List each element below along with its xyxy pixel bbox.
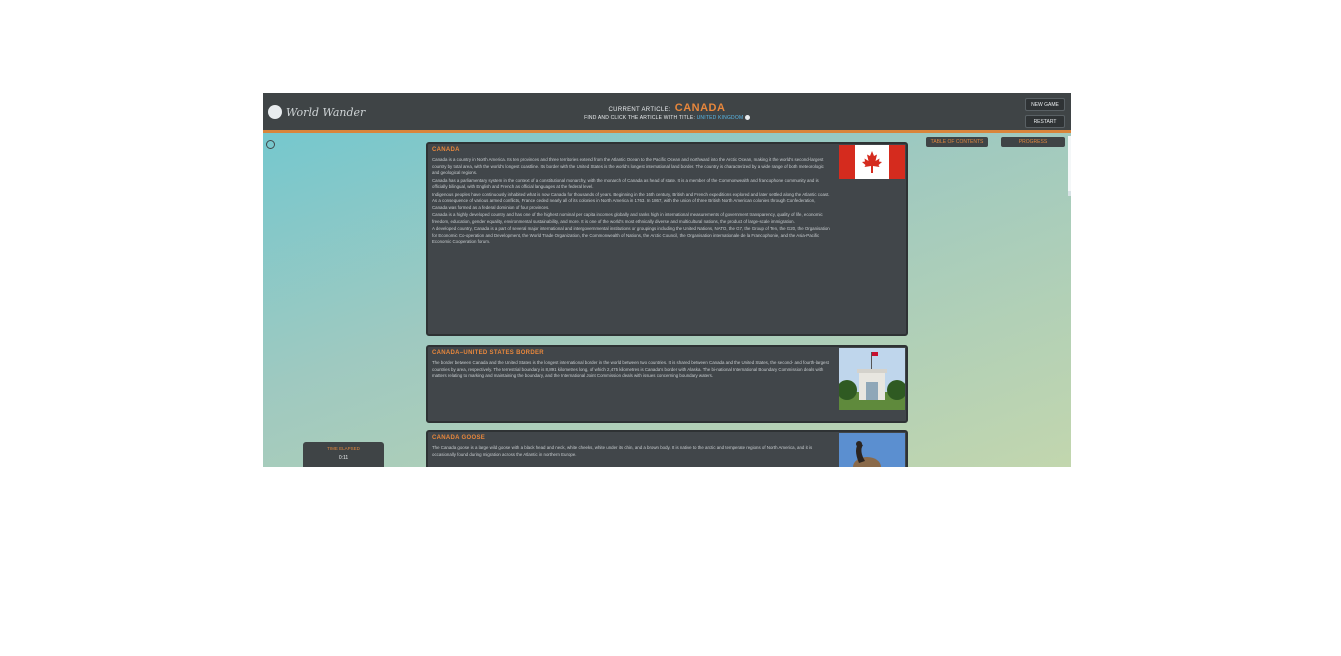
top-bar: World Wander CURRENT ARTICLE: CANADA FIN… — [263, 93, 1071, 133]
paragraph: Canada has a parliamentary system in the… — [432, 177, 819, 190]
progress-button[interactable]: PROGRESS — [1001, 137, 1065, 147]
paragraph: A developed country, Canada is a part of… — [432, 226, 830, 244]
current-article-title: CANADA — [674, 102, 726, 114]
article-body: The Canada goose is a large wild goose w… — [432, 445, 830, 458]
restart-button[interactable]: RESTART — [1025, 115, 1065, 128]
game-window: World Wander CURRENT ARTICLE: CANADA FIN… — [263, 93, 1071, 467]
scrollbar-thumb[interactable] — [1068, 136, 1071, 191]
article-title[interactable]: CANADA–UNITED STATES BORDER — [432, 350, 902, 356]
article-card-canada[interactable]: CANADA Canada is a country in North Amer… — [426, 142, 908, 336]
target-article-link[interactable]: UNITED KINGDOM — [697, 115, 744, 121]
canada-flag-image — [839, 145, 905, 179]
article-title[interactable]: CANADA — [432, 147, 902, 153]
article-status: CURRENT ARTICLE: CANADA FIND AND CLICK T… — [263, 102, 1071, 121]
paragraph: Canada is a country in North America. It… — [432, 157, 824, 175]
article-card-goose[interactable]: CANADA GOOSE The Canada goose is a large… — [426, 430, 908, 467]
peace-arch-image — [839, 348, 905, 410]
scrollbar[interactable] — [1068, 136, 1071, 196]
article-body: Canada is a country in North America. It… — [432, 157, 830, 246]
article-body: The border between Canada and the United… — [432, 360, 830, 380]
paragraph: The border between Canada and the United… — [432, 360, 829, 378]
new-game-button[interactable]: NEW GAME — [1025, 98, 1065, 111]
current-article-label: CURRENT ARTICLE: — [608, 107, 671, 113]
paragraph: Canada is a highly developed country and… — [432, 212, 823, 224]
table-of-contents-button[interactable]: TABLE OF CONTENTS — [926, 137, 988, 147]
settings-icon[interactable] — [266, 140, 275, 149]
info-icon[interactable] — [744, 115, 750, 121]
timer-widget: TIME ELAPSED 0:11 — [303, 442, 384, 467]
timer-label: TIME ELAPSED — [327, 446, 360, 451]
timer-value: 0:11 — [338, 455, 349, 461]
objective-text: FIND AND CLICK THE ARTICLE WITH TITLE: — [584, 115, 696, 121]
canada-goose-image — [839, 433, 905, 467]
paragraph: Indigenous peoples have continuously inh… — [432, 191, 830, 210]
article-card-border[interactable]: CANADA–UNITED STATES BORDER The border b… — [426, 345, 908, 423]
article-title[interactable]: CANADA GOOSE — [432, 435, 902, 441]
paragraph: The Canada goose is a large wild goose w… — [432, 445, 813, 457]
